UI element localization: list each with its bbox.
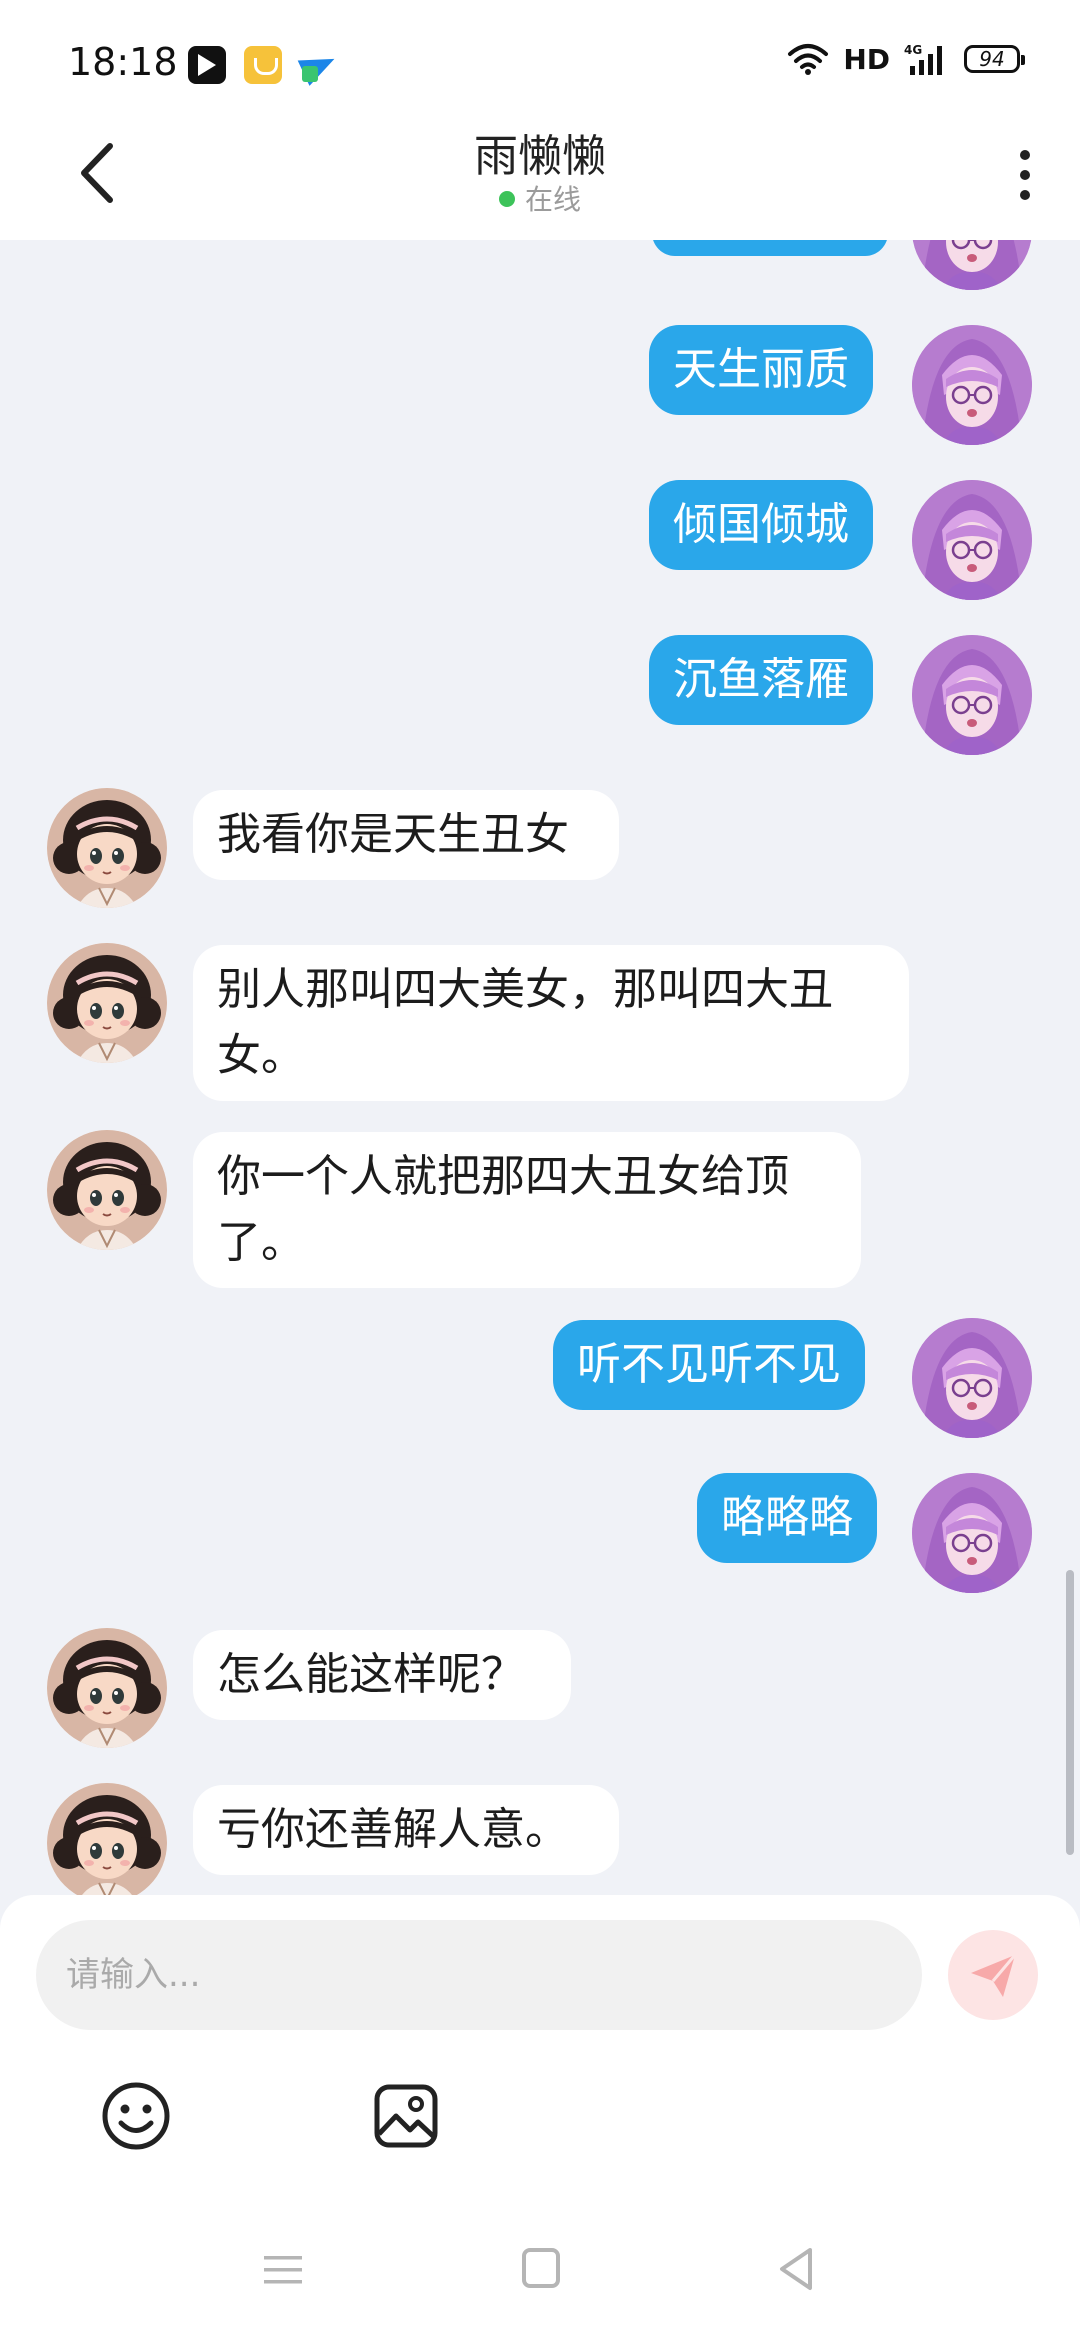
- online-dot-icon: [498, 191, 515, 207]
- my-avatar[interactable]: [912, 325, 1032, 445]
- contact-avatar[interactable]: [47, 1628, 167, 1748]
- message-bubble-incoming[interactable]: 别人那叫四大美女，那叫四大丑女。: [193, 945, 909, 1101]
- contact-avatar[interactable]: [47, 1783, 167, 1895]
- message-bubble-outgoing[interactable]: 听不见听不见: [553, 1320, 865, 1410]
- message-list[interactable]: 天生丽质 倾国倾城 沉鱼落雁 我看你是天生丑女 别人那叫四大美女，那叫四大丑女。…: [0, 240, 1080, 1895]
- status-indicators: HD 4G 94: [787, 42, 1025, 76]
- smiley-icon: [102, 2082, 170, 2150]
- recent-apps-button[interactable]: [262, 2250, 304, 2290]
- message-bubble-outgoing[interactable]: 略略略: [697, 1473, 877, 1563]
- contact-avatar[interactable]: [47, 943, 167, 1063]
- status-app-icons: [188, 46, 338, 84]
- message-bubble-incoming[interactable]: 亏你还善解人意。: [193, 1785, 619, 1875]
- emoji-button[interactable]: [100, 2080, 172, 2152]
- message-bubble-incoming[interactable]: 我看你是天生丑女: [193, 790, 619, 880]
- message-bubble-outgoing[interactable]: 沉鱼落雁: [649, 635, 873, 725]
- network-hd-label: HD: [843, 42, 890, 76]
- chat-title: 雨懒懒: [474, 131, 606, 182]
- more-dot: [1020, 150, 1030, 160]
- image-picker-button[interactable]: [370, 2080, 442, 2152]
- scrollbar[interactable]: [1066, 1570, 1074, 1855]
- battery-level: 94: [979, 47, 1005, 71]
- message-bubble-incoming[interactable]: 怎么能这样呢？: [193, 1630, 571, 1720]
- system-nav-bar: [0, 2230, 1080, 2320]
- signal-icon: 4G: [904, 42, 950, 76]
- chat-header: 雨懒懒 在线: [0, 110, 1080, 240]
- presence-status: 在线: [0, 178, 1080, 218]
- image-icon: [374, 2084, 438, 2148]
- contact-avatar[interactable]: [47, 1130, 167, 1250]
- menu-icon: [264, 2256, 302, 2284]
- message-bubble-outgoing[interactable]: 天生丽质: [649, 325, 873, 415]
- my-avatar[interactable]: [912, 635, 1032, 755]
- message-input[interactable]: [36, 1920, 922, 2030]
- status-time: 18:18: [68, 40, 178, 84]
- video-app-icon: [188, 46, 226, 84]
- battery-icon: 94: [964, 45, 1025, 73]
- message-bubble-outgoing[interactable]: 倾国倾城: [649, 480, 873, 570]
- more-dot: [1020, 170, 1030, 180]
- paper-plane-app-icon: [300, 46, 338, 84]
- system-back-button[interactable]: [776, 2246, 816, 2292]
- my-avatar[interactable]: [912, 1473, 1032, 1593]
- wifi-icon: [787, 42, 829, 76]
- send-button[interactable]: [948, 1930, 1038, 2020]
- my-avatar[interactable]: [912, 480, 1032, 600]
- more-options-button[interactable]: [1010, 140, 1040, 210]
- presence-label: 在线: [524, 183, 581, 216]
- message-bubble-incoming[interactable]: 你一个人就把那四大丑女给顶了。: [193, 1132, 861, 1288]
- favorites-app-icon: [244, 46, 282, 84]
- contact-avatar[interactable]: [47, 788, 167, 908]
- send-icon: [971, 1954, 1017, 1997]
- home-button[interactable]: [522, 2248, 560, 2288]
- my-avatar[interactable]: [912, 240, 1032, 290]
- signal-label: 4G: [904, 43, 922, 57]
- more-dot: [1020, 190, 1030, 200]
- triangle-back-icon: [780, 2248, 812, 2290]
- message-bubble-outgoing[interactable]: [652, 240, 888, 256]
- my-avatar[interactable]: [912, 1318, 1032, 1438]
